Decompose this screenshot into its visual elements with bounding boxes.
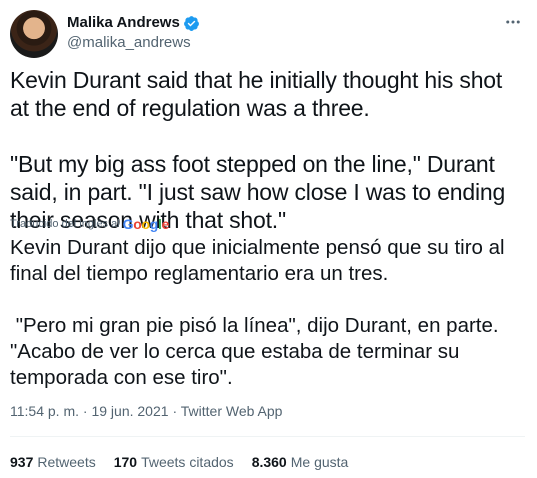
- tweet: Malika Andrews @malika_andrews Kevin Dur…: [0, 0, 537, 478]
- likes-stat[interactable]: 8.360 Me gusta: [252, 453, 349, 471]
- meta-separator-2: ·: [172, 403, 178, 419]
- quotes-count: 170: [113, 454, 138, 470]
- tweet-time[interactable]: 11:54 p. m.: [10, 403, 79, 419]
- tweet-source[interactable]: Twitter Web App: [181, 403, 283, 419]
- more-button[interactable]: [501, 10, 525, 34]
- author-display-name[interactable]: Malika Andrews: [67, 13, 200, 33]
- divider: [10, 436, 525, 437]
- retweets-label: Retweets: [37, 454, 96, 470]
- tweet-date[interactable]: 19 jun. 2021: [91, 403, 168, 419]
- verified-badge-icon: [183, 15, 199, 31]
- likes-count: 8.360: [251, 454, 287, 470]
- translated-text: Kevin Durant dijo que inicialmente pensó…: [10, 236, 505, 389]
- quotes-label: Tweets citados: [141, 454, 234, 470]
- tweet-text: Kevin Durant said that he initially thou…: [10, 67, 506, 233]
- likes-label: Me gusta: [290, 454, 349, 470]
- meta-separator: ·: [82, 403, 88, 419]
- author-display-name-text[interactable]: Malika Andrews: [67, 13, 180, 33]
- author-handle[interactable]: @malika_andrews: [67, 33, 200, 53]
- more-icon: [506, 20, 520, 24]
- quotes-stat[interactable]: 170 Tweets citados: [114, 453, 234, 471]
- avatar[interactable]: [10, 10, 58, 58]
- google-logo[interactable]: Google: [123, 217, 170, 231]
- translation-attribution: Traducido del inglés al Google: [10, 217, 169, 231]
- tweet-meta: 11:54 p. m. · 19 jun. 2021 · Twitter Web…: [10, 402, 282, 420]
- tweet-header: Malika Andrews @malika_andrews: [10, 10, 525, 58]
- retweets-count: 937: [10, 454, 34, 470]
- translation-label: Traducido del inglés al: [10, 218, 120, 230]
- author-names: Malika Andrews @malika_andrews: [67, 13, 200, 53]
- retweets-stat[interactable]: 937 Retweets: [10, 453, 96, 471]
- tweet-stats: 937 Retweets 170 Tweets citados 8.360 Me gu…: [10, 453, 348, 471]
